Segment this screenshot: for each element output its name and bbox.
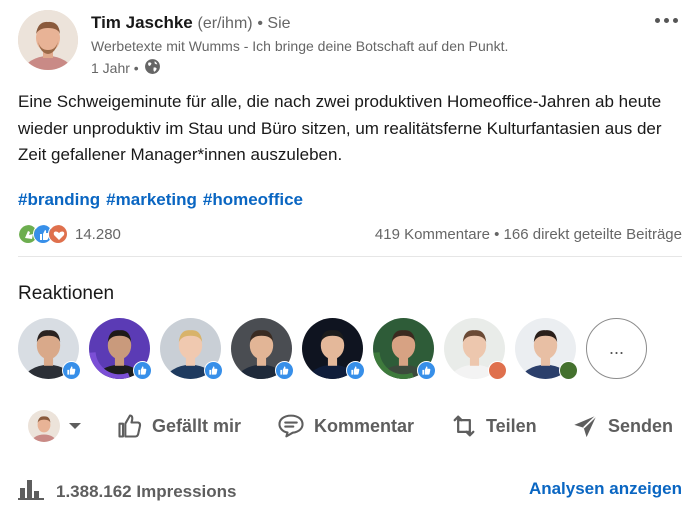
reactor-avatar[interactable] — [302, 318, 365, 380]
caret-down-icon — [68, 421, 82, 431]
hashtag-link[interactable]: #marketing — [106, 190, 197, 210]
reactor-avatar[interactable] — [231, 318, 294, 380]
like-reaction-icon — [346, 361, 365, 380]
love-reaction-icon — [488, 361, 507, 380]
send-icon — [572, 412, 600, 440]
hashtag-link[interactable]: #branding — [18, 190, 100, 210]
share-button[interactable]: Teilen — [450, 406, 537, 446]
reactor-avatar[interactable] — [18, 318, 81, 380]
more-options-button[interactable] — [648, 10, 684, 30]
like-label: Gefällt mir — [152, 415, 242, 436]
like-reaction-icon — [417, 361, 436, 380]
like-reaction-icon — [133, 361, 152, 380]
dot-icon — [663, 17, 669, 23]
more-reactors-button[interactable]: ... — [586, 318, 647, 379]
author-relation: • Sie — [257, 15, 291, 32]
post-time: 1 Jahr • — [91, 60, 139, 76]
like-reaction-icon — [275, 361, 294, 380]
comments-shares-count[interactable]: 419 Kommentare • 166 direkt geteilte Bei… — [375, 226, 682, 243]
reactor-avatar[interactable] — [444, 318, 507, 380]
reaction-count[interactable]: 14.280 — [75, 226, 121, 243]
hashtag-link[interactable]: #homeoffice — [203, 190, 303, 210]
love-reaction-icon — [48, 224, 68, 244]
action-bar: Gefällt mir Kommentar Teilen Senden — [18, 406, 682, 446]
repost-icon — [450, 412, 478, 440]
like-button[interactable]: Gefällt mir — [116, 406, 241, 446]
author-line: Tim Jaschke (er/ihm) • Sie — [91, 13, 291, 33]
author-name[interactable]: Tim Jaschke — [91, 13, 193, 32]
share-label: Teilen — [486, 415, 537, 436]
divider — [18, 256, 682, 257]
comment-label: Kommentar — [314, 415, 415, 436]
dot-icon — [654, 17, 660, 23]
author-headline: Werbetexte mit Wumms - Ich bringe deine … — [91, 38, 509, 54]
post-meta: 1 Jahr • — [91, 58, 161, 78]
reactor-avatar[interactable]: HIRING — [89, 318, 152, 387]
comment-icon — [276, 412, 306, 440]
view-analytics-link[interactable]: Analysen anzeigen — [529, 479, 682, 499]
globe-icon — [144, 58, 161, 78]
support-reaction-icon — [559, 361, 578, 380]
comment-button[interactable]: Kommentar — [276, 406, 414, 446]
author-avatar[interactable] — [18, 10, 78, 70]
hashtags: #branding #marketing #homeoffice — [18, 190, 303, 210]
actor-switcher[interactable] — [28, 406, 82, 446]
send-label: Senden — [608, 415, 674, 436]
reactor-avatar[interactable]: #OPENTOWORK — [373, 318, 436, 400]
impressions[interactable]: 1.388.162 Impressions — [18, 478, 237, 505]
reactor-avatar[interactable] — [160, 318, 223, 380]
thumbs-up-icon — [116, 412, 144, 440]
reactions-heading: Reaktionen — [18, 283, 115, 304]
reactor-avatar[interactable] — [515, 318, 578, 380]
actor-avatar — [28, 410, 60, 442]
author-pronouns: (er/ihm) — [197, 15, 253, 32]
bar-chart-icon — [18, 478, 46, 505]
post-text: Eine Schweigeminute für alle, die nach z… — [18, 92, 662, 164]
dot-icon — [672, 17, 678, 23]
reaction-summary[interactable]: 14.280 — [18, 224, 121, 244]
like-reaction-icon — [62, 361, 81, 380]
reactor-list: HIRING #OPENTOWORK... — [18, 318, 647, 400]
impressions-label: 1.388.162 Impressions — [56, 481, 237, 501]
send-button[interactable]: Senden — [572, 406, 673, 446]
like-reaction-icon — [204, 361, 223, 380]
